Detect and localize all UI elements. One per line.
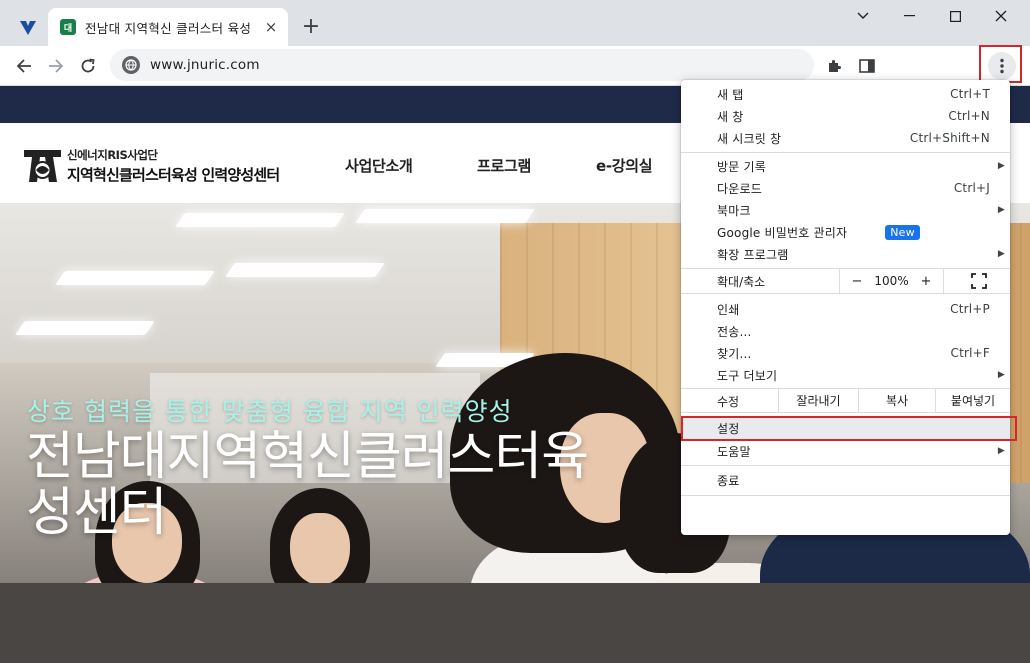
hero-title-line-1: 전남대지역혁신클러스터육	[26, 427, 589, 487]
menu-separator	[681, 412, 1010, 413]
submenu-arrow-icon: ▶	[997, 446, 1005, 456]
window-close-icon[interactable]	[978, 4, 1024, 28]
cut-button[interactable]: 잘라내기	[778, 388, 858, 412]
hero-subtitle: 상호 협력을 통한 맞춤형 융합 지역 인력양성	[27, 397, 513, 426]
menu-more-tools[interactable]: 도구 더보기 ▶	[681, 364, 1010, 386]
menu-bookmarks[interactable]: 북마크 ▶	[681, 199, 1010, 221]
menu-edit-row: 수정 잘라내기 복사 붙여넣기	[681, 388, 1010, 412]
menu-exit[interactable]: 종료	[681, 469, 1010, 491]
zoom-in-button[interactable]: +	[909, 274, 943, 289]
copy-button[interactable]: 복사	[858, 388, 935, 412]
hero-title: 전남대지역혁신클러스터육 성센터	[26, 429, 726, 541]
menu-history[interactable]: 방문 기록 ▶	[681, 155, 1010, 177]
submenu-arrow-icon: ▶	[997, 205, 1005, 215]
submenu-arrow-icon: ▶	[997, 370, 1005, 380]
nav-e-classroom[interactable]: e-강의실	[596, 155, 653, 176]
nav-about[interactable]: 사업단소개	[345, 155, 413, 176]
logo-line-1: 신에너지RIS사업단	[67, 148, 158, 162]
zoom-out-button[interactable]: −	[840, 274, 874, 289]
menu-separator	[681, 495, 1010, 496]
menu-separator	[681, 293, 1010, 294]
zoom-label: 확대/축소	[717, 275, 766, 289]
chrome-main-menu: 새 탭 Ctrl+T 새 창 Ctrl+N 새 시크릿 창 Ctrl+Shift…	[681, 80, 1010, 535]
logo-emblem-icon	[24, 150, 61, 182]
menu-print[interactable]: 인쇄 Ctrl+P	[681, 298, 1010, 320]
tab-strip: 대 전남대 지역혁신 클러스터 육성 × +	[0, 0, 1030, 46]
chrome-menu-kebab-icon[interactable]	[988, 52, 1016, 80]
maximize-icon[interactable]	[932, 4, 978, 28]
back-arrow-icon[interactable]	[12, 54, 36, 78]
new-badge: New	[885, 224, 920, 240]
hero-desk	[0, 583, 1030, 663]
menu-separator	[681, 152, 1010, 153]
profile-tab-icon[interactable]	[14, 16, 42, 40]
tab-favicon-icon: 대	[60, 19, 76, 35]
fullscreen-icon[interactable]	[971, 273, 987, 289]
menu-cast[interactable]: 전송...	[681, 320, 1010, 342]
tab-search-chevron-icon[interactable]	[840, 4, 886, 28]
site-info-icon[interactable]	[122, 56, 140, 74]
menu-password-manager[interactable]: Google 비밀번호 관리자 New	[681, 221, 1010, 243]
side-panel-icon[interactable]	[857, 56, 877, 76]
menu-find[interactable]: 찾기... Ctrl+F	[681, 342, 1010, 364]
menu-downloads[interactable]: 다운로드 Ctrl+J	[681, 177, 1010, 199]
forward-arrow-icon[interactable]	[44, 54, 68, 78]
zoom-level: 100%	[874, 274, 909, 288]
menu-settings[interactable]: 설정	[681, 417, 1010, 439]
menu-new-tab[interactable]: 새 탭 Ctrl+T	[681, 83, 1010, 105]
active-tab[interactable]: 대 전남대 지역혁신 클러스터 육성 ×	[48, 8, 288, 46]
reload-icon[interactable]	[76, 54, 100, 78]
tab-title: 전남대 지역혁신 클러스터 육성	[85, 20, 252, 36]
minimize-icon[interactable]	[886, 4, 932, 28]
menu-new-window[interactable]: 새 창 Ctrl+N	[681, 105, 1010, 127]
submenu-arrow-icon: ▶	[997, 249, 1005, 259]
menu-extensions[interactable]: 확장 프로그램 ▶	[681, 243, 1010, 265]
extensions-puzzle-icon[interactable]	[825, 56, 845, 76]
address-bar[interactable]: www.jnuric.com	[110, 49, 814, 81]
url-text: www.jnuric.com	[150, 57, 260, 73]
edit-label: 수정	[717, 395, 740, 409]
menu-help[interactable]: 도움말 ▶	[681, 440, 1010, 462]
logo-line-2: 지역혁신클러스터육성 인력양성센터	[67, 166, 280, 184]
menu-zoom-row: 확대/축소 − 100% +	[681, 269, 1010, 293]
hero-title-line-2: 성센터	[26, 483, 168, 543]
tab-close-icon[interactable]: ×	[264, 18, 278, 36]
submenu-arrow-icon: ▶	[997, 161, 1005, 171]
menu-new-incognito-window[interactable]: 새 시크릿 창 Ctrl+Shift+N	[681, 127, 1010, 149]
paste-button[interactable]: 붙여넣기	[935, 388, 1010, 412]
new-tab-button[interactable]: +	[298, 14, 324, 40]
menu-separator	[681, 465, 1010, 466]
site-logo[interactable]: 신에너지RIS사업단 지역혁신클러스터육성 인력양성센터	[24, 147, 280, 185]
nav-program[interactable]: 프로그램	[477, 155, 531, 176]
